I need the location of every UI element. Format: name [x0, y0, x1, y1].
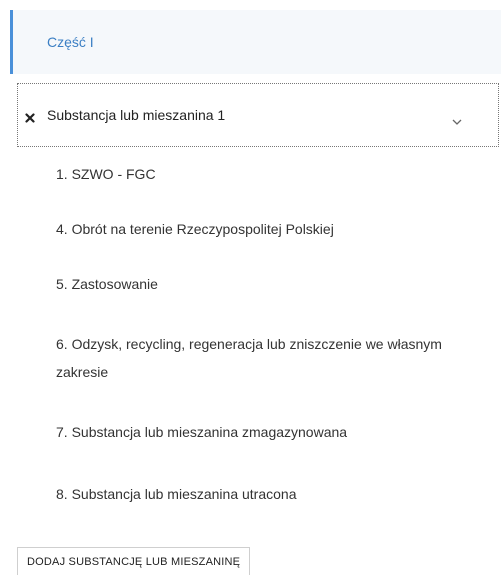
- section-item-odzysk[interactable]: 6. Odzysk, recycling, regeneracja lub zn…: [56, 330, 486, 386]
- substance-label: Substancja lub mieszanina 1: [47, 107, 226, 123]
- section-item-zmagazynowana[interactable]: 7. Substancja lub mieszanina zmagazynowa…: [56, 418, 486, 446]
- add-substance-button[interactable]: DODAJ SUBSTANCJĘ LUB MIESZANINĘ: [17, 547, 251, 575]
- section-item-utracona[interactable]: 8. Substancja lub mieszanina utracona: [56, 480, 486, 508]
- close-icon[interactable]: [25, 110, 35, 123]
- chevron-down-icon[interactable]: [452, 112, 462, 125]
- section-item-zastosowanie[interactable]: 5. Zastosowanie: [56, 270, 486, 298]
- substance-accordion-header[interactable]: Substancja lub mieszanina 1: [17, 83, 499, 147]
- section-item-obrot[interactable]: 4. Obrót na terenie Rzeczypospolitej Pol…: [56, 215, 486, 243]
- part-title: Część I: [47, 34, 94, 50]
- section-item-szwo-fgc[interactable]: 1. SZWO - FGC: [56, 160, 486, 188]
- part-header[interactable]: Część I: [10, 10, 501, 74]
